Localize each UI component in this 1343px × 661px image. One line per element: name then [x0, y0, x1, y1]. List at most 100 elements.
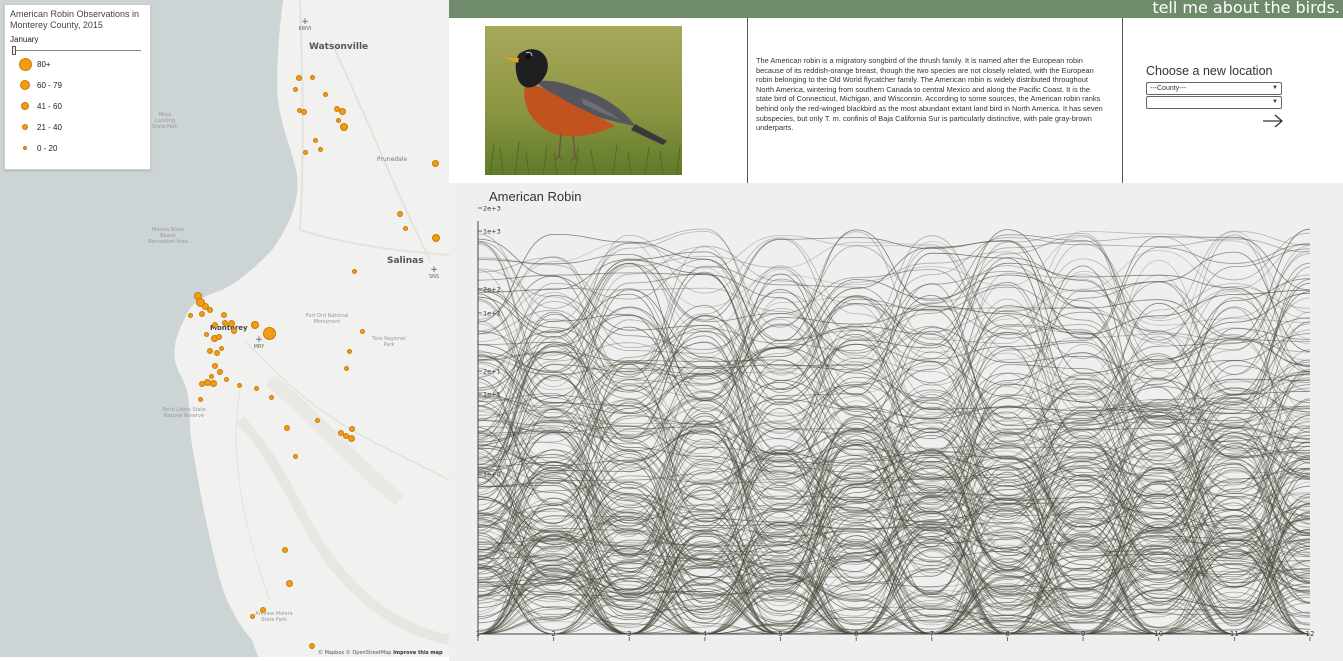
series-trace	[477, 266, 1311, 433]
observation-dot[interactable]	[250, 614, 255, 619]
place-watsonville: Watsonville	[309, 42, 369, 52]
slider-track[interactable]	[12, 50, 141, 51]
top-banner: tell me about the birds.	[449, 0, 1343, 18]
observation-dot[interactable]	[198, 397, 203, 402]
legend-label: 80+	[37, 60, 51, 69]
observation-dot[interactable]	[296, 75, 302, 81]
observation-dot[interactable]	[432, 234, 440, 242]
observation-dot[interactable]	[293, 87, 298, 92]
legend-row-41-60: 41 - 60	[10, 96, 145, 117]
legend-label: 0 - 20	[37, 144, 58, 153]
month-slider[interactable]	[10, 46, 145, 55]
observation-dot[interactable]	[315, 418, 320, 423]
y-tick-label: 2e+2	[483, 286, 501, 294]
observation-dot[interactable]	[263, 327, 276, 340]
x-tick-label: 1	[476, 630, 480, 638]
legend-row-0-20: 0 - 20	[10, 138, 145, 159]
legend-dot	[23, 146, 27, 150]
observation-dot[interactable]	[360, 329, 365, 334]
observation-dot[interactable]	[224, 377, 229, 382]
observation-dot[interactable]	[313, 138, 318, 143]
caret-down-icon: ▼	[1272, 85, 1278, 91]
x-tick-label: 10	[1154, 630, 1163, 638]
observation-dot[interactable]	[251, 321, 259, 329]
legend-title: American Robin Observations in Monterey …	[10, 9, 140, 30]
observation-dot[interactable]	[212, 322, 218, 328]
observation-dot[interactable]	[199, 311, 205, 317]
observation-dot[interactable]	[347, 349, 352, 354]
y-tick-label: 1e+0	[483, 471, 501, 479]
bird-photo	[485, 26, 682, 175]
observation-dot[interactable]	[199, 381, 205, 387]
legend-row-80-plus: 80+	[10, 54, 145, 75]
legend-label: 60 - 79	[37, 81, 62, 90]
observation-dot[interactable]	[339, 108, 346, 115]
observation-dot[interactable]	[344, 366, 349, 371]
observation-dot[interactable]	[216, 334, 222, 340]
place-prunedale: Prunedale	[377, 156, 408, 163]
observation-dot[interactable]	[340, 123, 348, 131]
observation-dot[interactable]	[212, 363, 218, 369]
map-attribution[interactable]: © Mapbox © OpenStreetMap Improve this ma…	[318, 650, 443, 656]
observation-dot[interactable]	[204, 332, 209, 337]
y-tick-label: 1e+2	[483, 310, 501, 318]
x-tick-label: 6	[854, 630, 859, 638]
legend-dot	[19, 58, 32, 71]
place-marina: Marina State Beach Recreation Area	[148, 227, 188, 245]
panel-divider	[1122, 18, 1123, 183]
county-select-value: ---County---	[1150, 85, 1187, 92]
y-tick-label: 2e+1	[483, 368, 501, 376]
observation-dot[interactable]	[293, 454, 298, 459]
observation-dot[interactable]	[207, 307, 213, 313]
observation-dot[interactable]	[349, 426, 355, 432]
x-tick-label: 2	[551, 630, 555, 638]
y-tick-label: 2e+3	[483, 205, 501, 213]
observation-dot[interactable]	[217, 369, 223, 375]
observation-dot[interactable]	[352, 269, 357, 274]
observation-dot[interactable]	[214, 350, 220, 356]
x-tick-label: 3	[627, 630, 631, 638]
observation-dot[interactable]	[219, 346, 224, 351]
observation-dot[interactable]	[210, 380, 217, 387]
observation-dot[interactable]	[301, 109, 307, 115]
observation-dot[interactable]	[269, 395, 274, 400]
x-tick-label: 7	[930, 630, 934, 638]
observation-dot[interactable]	[237, 383, 242, 388]
legend-dot	[22, 124, 28, 130]
airport-kwvi: + KWVI	[295, 18, 315, 33]
observation-dot[interactable]	[221, 312, 227, 318]
observation-dot[interactable]	[432, 160, 439, 167]
location-select[interactable]: ▼	[1146, 96, 1282, 109]
observation-dot[interactable]	[309, 643, 315, 649]
map-legend: American Robin Observations in Monterey …	[4, 4, 151, 170]
location-picker: Choose a new location ---County--- ▼ ▼	[1146, 64, 1296, 109]
observation-dot[interactable]	[303, 150, 308, 155]
observation-dot[interactable]	[323, 92, 328, 97]
x-tick-label: 9	[1081, 630, 1085, 638]
observation-dot[interactable]	[231, 328, 237, 334]
place-moss-landing: Moss Landing State Park	[152, 112, 178, 130]
observation-dot[interactable]	[336, 118, 341, 123]
go-arrow-icon[interactable]	[1262, 114, 1284, 128]
observation-dot[interactable]	[348, 435, 355, 442]
observation-dot[interactable]	[284, 425, 290, 431]
observation-dot[interactable]	[286, 580, 293, 587]
observation-dot[interactable]	[260, 607, 266, 613]
observation-dot[interactable]	[207, 348, 213, 354]
observation-dot[interactable]	[403, 226, 408, 231]
observation-dot[interactable]	[282, 547, 288, 553]
legend-dot	[20, 80, 30, 90]
observation-dot[interactable]	[188, 313, 193, 318]
county-select[interactable]: ---County--- ▼	[1146, 82, 1282, 95]
x-tick-label: 12	[1306, 630, 1315, 638]
observation-dot[interactable]	[209, 374, 214, 379]
observation-dot[interactable]	[310, 75, 315, 80]
observation-dot[interactable]	[397, 211, 403, 217]
observation-dot[interactable]	[254, 386, 259, 391]
panel-divider	[747, 18, 748, 183]
x-tick-label: 11	[1230, 630, 1239, 638]
observation-dot[interactable]	[228, 320, 235, 327]
place-salinas: Salinas	[387, 256, 424, 266]
monthly-observations-chart[interactable]: 1e+01e+12e+11e+22e+21e+32e+31e+42e+41e+5…	[449, 183, 1343, 661]
observation-dot[interactable]	[318, 147, 323, 152]
